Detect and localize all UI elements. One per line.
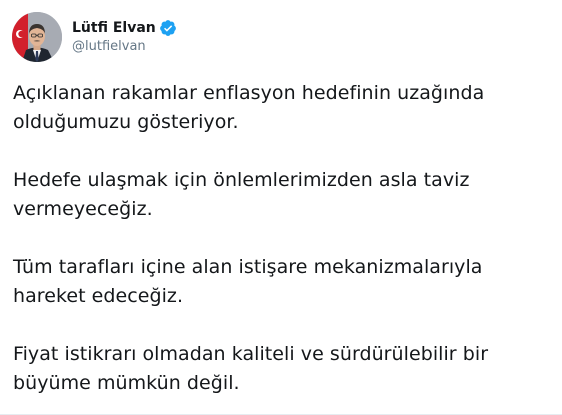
tweet-line: Açıklanan rakamlar enflasyon hedefinin u… bbox=[13, 82, 485, 104]
tweet-line: Hedefe ulaşmak için önlemlerimizden asla… bbox=[13, 169, 470, 191]
verified-badge-icon bbox=[159, 19, 177, 37]
portrait-photo-icon bbox=[12, 12, 62, 62]
author-display-name[interactable]: Lütfi Elvan bbox=[72, 19, 156, 38]
author-names: Lütfi Elvan @lutfielvan bbox=[72, 19, 177, 56]
tweet-line: vermeyeceğiz. bbox=[13, 198, 153, 220]
author-name-row[interactable]: Lütfi Elvan bbox=[72, 19, 177, 38]
tweet-line: hareket edeceğiz. bbox=[13, 285, 184, 307]
tweet-line: büyüme mümkün değil. bbox=[13, 372, 240, 394]
tweet-paragraph: Tüm tarafları içine alan istişare mekani… bbox=[13, 253, 553, 311]
tweet-paragraph: Hedefe ulaşmak için önlemlerimizden asla… bbox=[13, 166, 553, 224]
tweet-paragraph: Açıklanan rakamlar enflasyon hedefinin u… bbox=[13, 79, 553, 137]
tweet-line: olduğumuzu gösteriyor. bbox=[13, 111, 239, 133]
tweet-text: Açıklanan rakamlar enflasyon hedefinin u… bbox=[13, 79, 553, 398]
author-handle[interactable]: @lutfielvan bbox=[72, 38, 177, 56]
tweet-paragraph: Fiyat istikrarı olmadan kaliteli ve sürd… bbox=[13, 340, 553, 398]
tweet-header: Lütfi Elvan @lutfielvan bbox=[12, 12, 177, 62]
avatar[interactable] bbox=[12, 12, 62, 62]
tweet-line: Fiyat istikrarı olmadan kaliteli ve sürd… bbox=[13, 343, 489, 365]
tweet-card: Lütfi Elvan @lutfielvan Açıklanan rakaml… bbox=[0, 0, 562, 415]
tweet-line: Tüm tarafları içine alan istişare mekani… bbox=[13, 256, 483, 278]
